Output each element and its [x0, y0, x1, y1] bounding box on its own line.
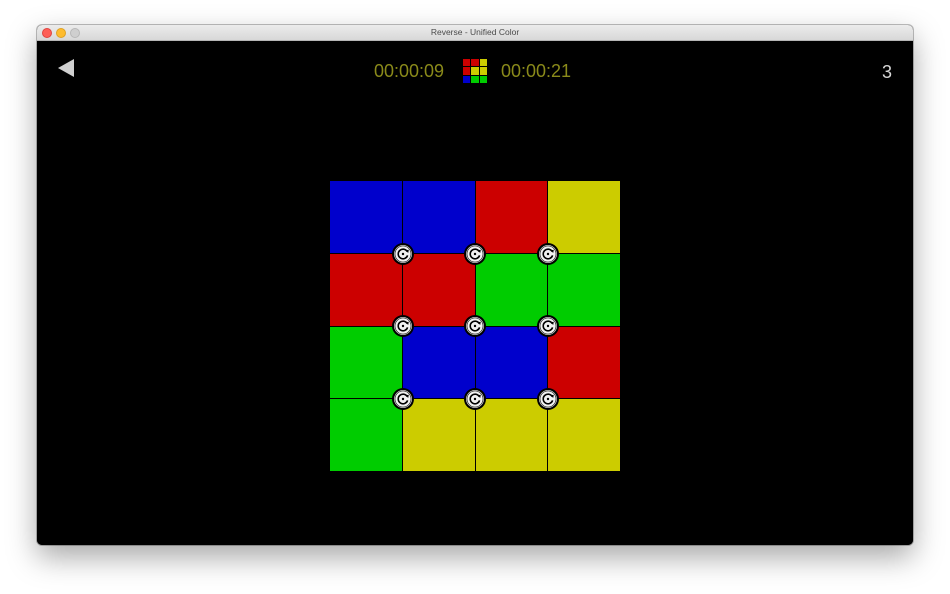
- move-counter: 3: [881, 62, 892, 82]
- logo-cell: [471, 59, 479, 67]
- rotate-icon: [537, 315, 558, 337]
- logo-cell: [471, 67, 479, 75]
- best-timer: 00:00:21: [501, 61, 572, 81]
- board-cell-r2-c4: [548, 253, 620, 326]
- rotate-button-r1-c3[interactable]: [536, 242, 559, 265]
- logo-cell: [479, 59, 487, 67]
- rotate-button-r3-c2[interactable]: [464, 387, 486, 410]
- rotate-button-r3-c3[interactable]: [536, 387, 559, 410]
- board-cell-r4-c1: [330, 399, 402, 471]
- board-cell-r4-c4: [548, 399, 620, 471]
- board-cell-r3-c4: [548, 326, 620, 399]
- logo-cell: [471, 75, 479, 83]
- game-area: 00:00:09 00:00:21 3: [37, 41, 913, 545]
- back-button[interactable]: [56, 57, 78, 79]
- rotate-icon: [537, 388, 558, 409]
- window-title: Reverse - Unified Color: [430, 27, 520, 37]
- rotate-icon: [392, 315, 413, 337]
- elapsed-timer: 00:00:09: [374, 61, 445, 81]
- logo-cell: [463, 59, 471, 67]
- rotate-icon: [464, 243, 486, 264]
- rotate-icon: [464, 315, 486, 337]
- app-window: Reverse - Unified Color 00:00:09 00:00:2…: [37, 25, 913, 545]
- rotate-icon: [537, 243, 558, 264]
- rotate-button-r2-c2[interactable]: [464, 315, 486, 337]
- logo-cell: [479, 67, 487, 75]
- board-cell-r1-c4: [548, 181, 620, 253]
- back-arrow-icon: [58, 59, 74, 77]
- title-bar: Reverse - Unified Color: [37, 25, 913, 41]
- rotate-icon: [392, 388, 413, 409]
- rotate-icon: [392, 243, 413, 264]
- board-cell-r4-c2: [402, 399, 475, 471]
- rotate-button-r1-c2[interactable]: [464, 242, 486, 265]
- color-grid-logo-icon: [463, 59, 487, 83]
- rotate-icon: [464, 388, 486, 409]
- rotate-button-r1-c1[interactable]: [391, 242, 414, 265]
- logo-cell: [463, 75, 471, 83]
- rotate-button-r3-c1[interactable]: [391, 387, 414, 410]
- logo-cell: [479, 75, 487, 83]
- rotate-button-r2-c3[interactable]: [536, 315, 559, 337]
- logo-cell: [463, 67, 471, 75]
- board-cell-r4-c3: [475, 399, 548, 471]
- rotate-button-r2-c1[interactable]: [391, 315, 414, 337]
